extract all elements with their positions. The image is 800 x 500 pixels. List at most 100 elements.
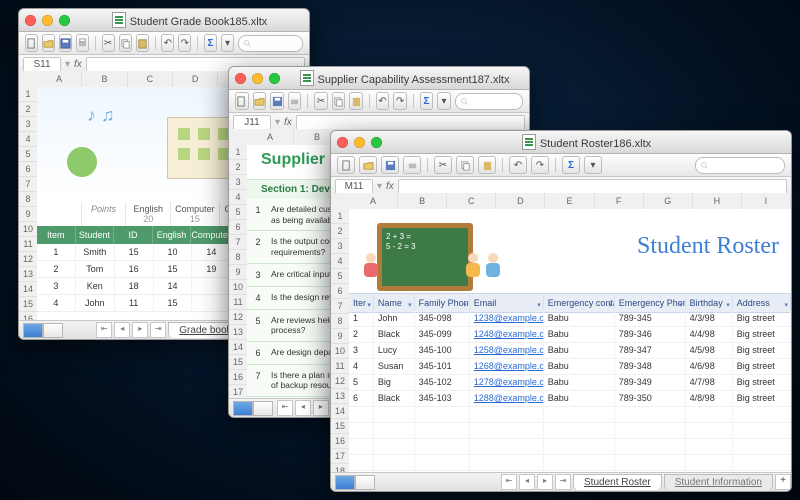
close-icon[interactable] xyxy=(25,15,36,26)
tab-nav-next[interactable]: ▸ xyxy=(313,400,329,416)
save-button[interactable] xyxy=(381,156,399,174)
column-header[interactable]: ID xyxy=(114,226,153,244)
page-view-button[interactable] xyxy=(43,323,63,338)
search-input[interactable] xyxy=(238,35,303,52)
copy-button[interactable] xyxy=(456,156,474,174)
sort-button[interactable]: ▾ xyxy=(437,92,451,110)
empty-row[interactable] xyxy=(349,455,791,471)
undo-button[interactable]: ↶ xyxy=(161,34,174,52)
add-sheet-button[interactable]: + xyxy=(775,474,791,490)
search-input[interactable] xyxy=(455,93,523,110)
search-input[interactable] xyxy=(695,157,785,174)
redo-button[interactable]: ↷ xyxy=(178,34,191,52)
print-button[interactable] xyxy=(76,34,89,52)
page-view-button[interactable] xyxy=(355,475,375,490)
column-header[interactable]: English xyxy=(153,226,192,244)
normal-view-button[interactable] xyxy=(23,323,43,338)
save-button[interactable] xyxy=(59,34,72,52)
tab-nav-first[interactable]: ⇤ xyxy=(277,400,293,416)
table-row[interactable]: 4Susan345-1011268@example.comBabu789-348… xyxy=(349,359,791,375)
select-all-corner[interactable] xyxy=(229,129,248,146)
tab-nav-next[interactable]: ▸ xyxy=(132,322,148,338)
normal-view-button[interactable] xyxy=(233,401,253,416)
table-row[interactable]: 6Black345-1031288@example.comBabu789-350… xyxy=(349,391,791,407)
sheet-canvas[interactable]: 2 + 3 = 5 - 2 = 3 Student Roster IterNam… xyxy=(349,209,791,473)
email-link[interactable]: 1278@example.com xyxy=(470,375,544,390)
open-button[interactable] xyxy=(42,34,55,52)
select-all-corner[interactable] xyxy=(19,71,38,88)
titlebar[interactable]: Student Grade Book185.xltx xyxy=(19,9,309,32)
sum-button[interactable]: Σ xyxy=(420,92,434,110)
new-button[interactable] xyxy=(25,34,38,52)
sum-button[interactable]: Σ xyxy=(204,34,217,52)
save-button[interactable] xyxy=(270,92,284,110)
copy-button[interactable] xyxy=(332,92,346,110)
email-link[interactable]: 1238@example.com xyxy=(470,311,544,326)
table-row[interactable]: 5Big345-1021278@example.comBabu789-3494/… xyxy=(349,375,791,391)
column-header[interactable]: Name xyxy=(374,294,415,312)
tab-nav-next[interactable]: ▸ xyxy=(537,474,553,490)
normal-view-button[interactable] xyxy=(335,475,355,490)
empty-row[interactable] xyxy=(349,407,791,423)
sort-button[interactable]: ▾ xyxy=(221,34,234,52)
paste-button[interactable] xyxy=(478,156,496,174)
formula-input[interactable] xyxy=(296,115,525,130)
empty-row[interactable] xyxy=(349,423,791,439)
undo-button[interactable]: ↶ xyxy=(509,156,527,174)
undo-button[interactable]: ↶ xyxy=(376,92,390,110)
column-header[interactable]: Birthday xyxy=(686,294,733,312)
email-link[interactable]: 1248@example.com xyxy=(470,327,544,342)
sort-button[interactable]: ▾ xyxy=(584,156,602,174)
table-row[interactable]: 2Black345-0991248@example.comBabu789-346… xyxy=(349,327,791,343)
zoom-icon[interactable] xyxy=(59,15,70,26)
paste-button[interactable] xyxy=(136,34,149,52)
row-headers[interactable]: 1234567891011121314151617181920 xyxy=(331,209,350,473)
paste-button[interactable] xyxy=(349,92,363,110)
new-button[interactable] xyxy=(235,92,249,110)
column-header[interactable]: Iter xyxy=(349,294,374,312)
tab-nav-first[interactable]: ⇤ xyxy=(501,474,517,490)
email-link[interactable]: 1258@example.com xyxy=(470,343,544,358)
close-icon[interactable] xyxy=(337,137,348,148)
tab-nav-last[interactable]: ⇥ xyxy=(150,322,166,338)
cut-button[interactable]: ✂ xyxy=(102,34,115,52)
tab-nav-last[interactable]: ⇥ xyxy=(555,474,571,490)
copy-button[interactable] xyxy=(119,34,132,52)
column-header[interactable]: Emergency Phon xyxy=(615,294,686,312)
column-header[interactable]: Computer xyxy=(191,226,232,244)
email-link[interactable]: 1288@example.com xyxy=(470,391,544,406)
select-all-corner[interactable] xyxy=(331,193,350,210)
sheet-tab-student-info[interactable]: Student Information xyxy=(664,474,773,490)
titlebar[interactable]: Student Roster186.xltx xyxy=(331,131,791,154)
tab-nav-prev[interactable]: ◂ xyxy=(295,400,311,416)
print-button[interactable] xyxy=(288,92,302,110)
cell-reference[interactable]: S11 xyxy=(23,57,61,72)
fx-icon[interactable]: fx xyxy=(74,59,82,70)
column-header[interactable]: Family Phon xyxy=(415,294,470,312)
page-view-button[interactable] xyxy=(253,401,273,416)
tab-nav-first[interactable]: ⇤ xyxy=(96,322,112,338)
column-header[interactable]: Student Name xyxy=(76,226,115,244)
new-button[interactable] xyxy=(337,156,355,174)
close-icon[interactable] xyxy=(235,73,246,84)
row-headers[interactable]: 12345678910111213141516 xyxy=(19,87,38,321)
table-row[interactable]: 3Lucy345-1001258@example.comBabu789-3474… xyxy=(349,343,791,359)
cut-button[interactable]: ✂ xyxy=(434,156,452,174)
print-button[interactable] xyxy=(403,156,421,174)
tab-nav-prev[interactable]: ◂ xyxy=(114,322,130,338)
column-headers[interactable]: ABCDEFGHI xyxy=(349,193,791,210)
fx-icon[interactable]: fx xyxy=(386,181,394,192)
minimize-icon[interactable] xyxy=(42,15,53,26)
table-row[interactable]: 1John345-0981238@example.comBabu789-3454… xyxy=(349,311,791,327)
column-header[interactable]: Emergency conta xyxy=(544,294,615,312)
sum-button[interactable]: Σ xyxy=(562,156,580,174)
formula-input[interactable] xyxy=(398,179,787,194)
column-header[interactable]: Item xyxy=(37,226,76,244)
column-header[interactable]: Address xyxy=(733,294,791,312)
cell-reference[interactable]: M11 xyxy=(335,179,373,194)
empty-row[interactable] xyxy=(349,439,791,455)
minimize-icon[interactable] xyxy=(354,137,365,148)
tab-nav-prev[interactable]: ◂ xyxy=(519,474,535,490)
open-button[interactable] xyxy=(253,92,267,110)
row-headers[interactable]: 123456789101112131415161718 xyxy=(229,145,248,399)
